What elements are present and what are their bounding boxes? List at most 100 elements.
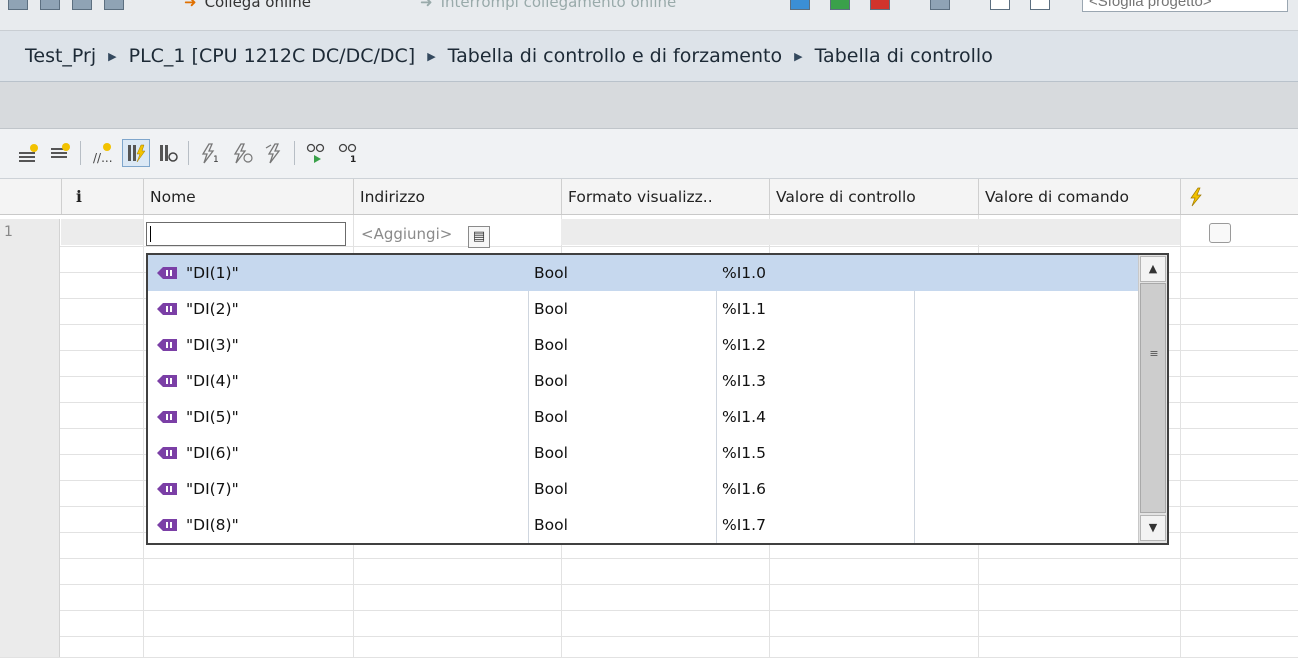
toolbar-icon-2[interactable]: [40, 0, 60, 12]
scroll-down-icon[interactable]: ▼: [1140, 515, 1166, 541]
tag-icon: [157, 339, 177, 351]
header-valore-comando[interactable]: Valore di comando: [978, 179, 1180, 214]
tag-icon: [157, 447, 177, 459]
tag-icon: [157, 411, 177, 423]
scroll-up-icon[interactable]: ▲: [1140, 256, 1166, 282]
header-rownum: [0, 179, 61, 214]
tag-name: "DI(7)": [186, 480, 239, 498]
breadcrumb-project[interactable]: Test_Prj: [0, 45, 96, 67]
go-offline-label: Interrompi collegamento online: [440, 0, 677, 11]
enable-peripheral-outputs-icon[interactable]: [260, 139, 288, 167]
list-item[interactable]: "DI(2)" Bool %I1.1: [148, 291, 1138, 327]
tag-name: "DI(3)": [186, 336, 239, 354]
tag-name: "DI(2)": [186, 300, 239, 318]
header-modify-value-icon[interactable]: [1180, 179, 1298, 214]
tag-icon: [157, 519, 177, 531]
tag-address: %I1.7: [722, 516, 766, 534]
toolbar-icon-4[interactable]: [104, 0, 124, 12]
top-toolbar: ➜ Collega online ➜ Interrompi collegamen…: [0, 0, 1298, 31]
breadcrumb-watch-force-tables[interactable]: Tabella di controllo e di forzamento: [436, 45, 782, 67]
row-number: 1: [0, 219, 60, 246]
toolbar-icon-9[interactable]: [990, 0, 1010, 12]
breadcrumb-watch-table[interactable]: Tabella di controllo: [803, 45, 993, 67]
insert-multiple-rows-icon[interactable]: //...: [88, 139, 116, 167]
tag-type: Bool: [534, 264, 568, 282]
address-placeholder[interactable]: <Aggiungi>: [361, 222, 452, 246]
go-online-label: Collega online: [204, 0, 312, 11]
show-trigger-columns-icon[interactable]: [154, 139, 182, 167]
go-offline-icon: ➜: [420, 0, 433, 11]
tag-name: "DI(8)": [186, 516, 239, 534]
header-info-icon[interactable]: i: [61, 179, 143, 214]
tag-type: Bool: [534, 300, 568, 318]
tag-autocomplete-dropdown[interactable]: "DI(1)" Bool %I1.0 "DI(2)" Bool %I1.1 "DI(3)" B…: [146, 253, 1169, 545]
tag-icon: [157, 303, 177, 315]
tag-address: %I1.2: [722, 336, 766, 354]
table-row[interactable]: [0, 610, 1298, 637]
list-item[interactable]: "DI(6)" Bool %I1.5: [148, 435, 1138, 471]
breadcrumb-separator-icon: ▶: [427, 49, 436, 63]
toolbar-icon-1[interactable]: [8, 0, 28, 12]
tag-type: Bool: [534, 408, 568, 426]
watch-table-toolbar: //... 1 1: [0, 129, 1298, 179]
tag-name: "DI(1)": [186, 264, 239, 282]
project-search-input[interactable]: [1082, 0, 1288, 12]
breadcrumb-plc[interactable]: PLC_1 [CPU 1212C DC/DC/DC]: [117, 45, 416, 67]
go-online-button[interactable]: ➜ Collega online: [184, 0, 311, 12]
scroll-thumb[interactable]: ≡: [1140, 283, 1166, 513]
toolbar-icon-5[interactable]: [790, 0, 810, 12]
watch-table-header: i Nome Indirizzo Formato visualizz.. Val…: [0, 179, 1298, 215]
tag-icon: [157, 375, 177, 387]
list-item[interactable]: "DI(8)" Bool %I1.7: [148, 507, 1138, 543]
tag-icon: [157, 267, 177, 279]
force-at-trigger-icon[interactable]: [228, 139, 256, 167]
tag-type: Bool: [534, 516, 568, 534]
add-row-icon[interactable]: [46, 139, 74, 167]
tag-address: %I1.1: [722, 300, 766, 318]
table-row[interactable]: [0, 558, 1298, 585]
toolbar-icon-8[interactable]: [930, 0, 950, 12]
monitor-all-icon[interactable]: [302, 139, 330, 167]
go-offline-button[interactable]: ➜ Interrompi collegamento online: [420, 0, 676, 12]
list-item[interactable]: "DI(4)" Bool %I1.3: [148, 363, 1138, 399]
tag-type: Bool: [534, 336, 568, 354]
monitor-once-icon[interactable]: 1: [334, 139, 362, 167]
header-formato[interactable]: Formato visualizz..: [561, 179, 769, 214]
header-indirizzo[interactable]: Indirizzo: [353, 179, 561, 214]
name-input[interactable]: ▤: [146, 222, 490, 248]
svg-text:1: 1: [350, 155, 356, 164]
header-valore-controllo[interactable]: Valore di controllo: [769, 179, 978, 214]
breadcrumb-separator-icon: ▶: [108, 49, 117, 63]
toolbar-icon-6[interactable]: [830, 0, 850, 12]
table-row[interactable]: 1 ▤ <Aggiungi>: [0, 219, 1298, 248]
modify-value-checkbox[interactable]: [1209, 223, 1231, 243]
list-item[interactable]: "DI(3)" Bool %I1.2: [148, 327, 1138, 363]
tag-address: %I1.3: [722, 372, 766, 390]
tag-name: "DI(6)": [186, 444, 239, 462]
list-item[interactable]: "DI(5)" Bool %I1.4: [148, 399, 1138, 435]
tag-address: %I1.4: [722, 408, 766, 426]
tag-type: Bool: [534, 372, 568, 390]
toolbar-icon-3[interactable]: [72, 0, 92, 12]
tag-address: %I1.6: [722, 480, 766, 498]
show-force-columns-icon[interactable]: [122, 139, 150, 167]
header-nome[interactable]: Nome: [143, 179, 353, 214]
tag-name: "DI(4)": [186, 372, 239, 390]
dropdown-scrollbar[interactable]: ▲ ≡ ▼: [1138, 255, 1167, 543]
list-item[interactable]: "DI(7)" Bool %I1.6: [148, 471, 1138, 507]
tag-type: Bool: [534, 480, 568, 498]
svg-text:1: 1: [213, 155, 219, 164]
toolbar-icon-7[interactable]: [870, 0, 890, 12]
breadcrumb: Test_Prj ▶ PLC_1 [CPU 1212C DC/DC/DC] ▶ …: [0, 31, 1298, 82]
toolbar-icon-10[interactable]: [1030, 0, 1050, 12]
tag-list-button[interactable]: ▤: [468, 226, 490, 248]
force-once-icon[interactable]: 1: [196, 139, 224, 167]
tag-icon: [157, 483, 177, 495]
svg-text://...: //...: [93, 151, 113, 164]
table-row[interactable]: [0, 584, 1298, 611]
tag-type: Bool: [534, 444, 568, 462]
insert-row-icon[interactable]: [14, 139, 42, 167]
table-row[interactable]: [0, 636, 1298, 658]
list-item[interactable]: "DI(1)" Bool %I1.0: [148, 255, 1138, 291]
tag-address: %I1.0: [722, 264, 766, 282]
